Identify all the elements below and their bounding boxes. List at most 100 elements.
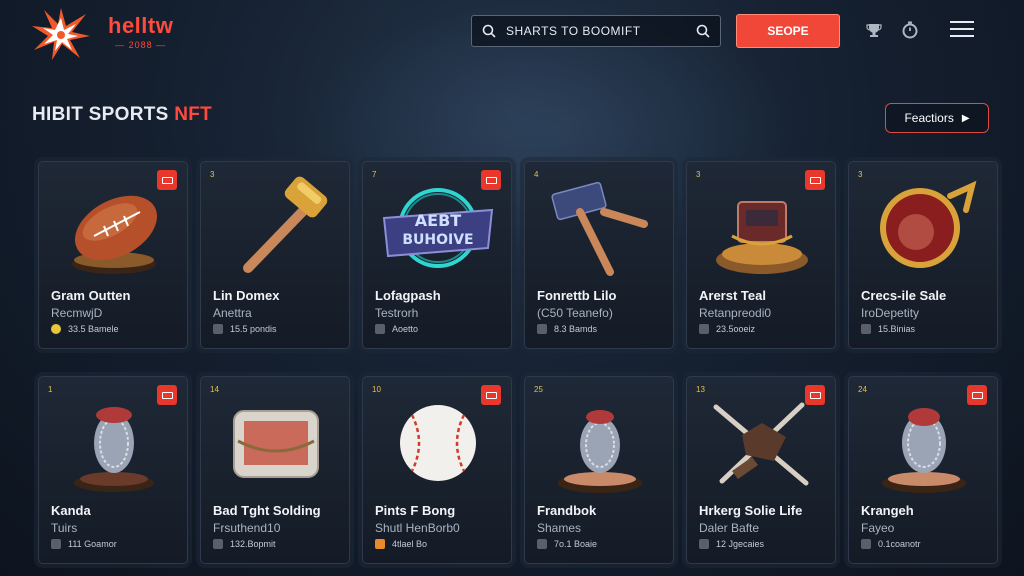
svg-text:AEBT: AEBT — [415, 211, 462, 230]
menu-line — [950, 35, 974, 37]
card-meta: 4tlael Bo — [375, 539, 427, 549]
card-subtitle: IroDepetity — [861, 306, 920, 320]
top-header: helltw — 2088 — SEOPE — [0, 0, 1024, 70]
gem-disc-icon — [880, 180, 977, 268]
search-icon[interactable] — [482, 24, 496, 38]
card-number: 1 — [48, 385, 53, 394]
card-title: Pints F Bong — [375, 503, 456, 518]
card-meta-value: 23.5ooeiz — [716, 324, 756, 334]
nft-card[interactable]: 4 Fonrettb Lilo (C50 Teanefo) 8.3 Bamds — [524, 161, 674, 349]
nft-card[interactable]: Gram Outten RecmwjD 33.5 Bamele — [38, 161, 188, 349]
card-meta-value: 132.Bopmit — [230, 539, 276, 549]
card-meta-value: 4tlael Bo — [392, 539, 428, 549]
section-title-accent: NFT — [174, 104, 213, 125]
card-title: Bad Tght Solding — [213, 503, 321, 518]
card-meta: 23.5ooeiz — [699, 324, 755, 334]
nft-card[interactable]: 25 Frandbok Shames 7o.1 Boaie — [524, 376, 674, 564]
stat-icon — [51, 539, 61, 549]
card-title: Gram Outten — [51, 288, 131, 303]
stat-icon — [375, 324, 385, 334]
stat-icon — [213, 539, 223, 549]
hammer-icon — [243, 176, 328, 273]
card-title: Lofagpash — [375, 288, 441, 303]
card-number: 3 — [210, 170, 215, 179]
football-icon — [72, 195, 158, 274]
card-meta-value: 111 Goamor — [68, 539, 117, 549]
card-meta: 15.Binias — [861, 324, 915, 334]
card-meta-value: 0.1coanotr — [878, 539, 921, 549]
nft-card[interactable]: 1 Kanda Tuirs 111 Goamor — [38, 376, 188, 564]
chain-trophy-icon — [74, 407, 154, 492]
card-subtitle: Shames — [537, 521, 582, 535]
card-subtitle: Retanpreodi0 — [699, 306, 772, 320]
neon-sign-icon: AEBT BUHOIVE — [382, 188, 494, 268]
nft-card[interactable]: 7 AEBT BUHOIVE Lofagpash Testrorh Aoetto — [362, 161, 512, 349]
stat-icon — [699, 539, 709, 549]
card-title: Hrkerg Solie Life — [699, 503, 803, 518]
brand[interactable]: helltw — 2088 — — [108, 13, 174, 51]
card-number: 7 — [372, 170, 377, 179]
brand-name: helltw — [108, 13, 174, 38]
card-meta: 0.1coanotr — [861, 539, 921, 549]
chain-trophy-icon — [882, 408, 966, 493]
card-subtitle: (C50 Teanefo) — [537, 306, 613, 320]
chest-icon — [233, 410, 319, 478]
search-input[interactable] — [506, 24, 696, 38]
menu-line — [950, 21, 974, 23]
card-title: Fonrettb Lilo — [537, 288, 617, 303]
trophy-box-icon — [716, 201, 808, 274]
featured-button-label: Feactiors — [904, 111, 954, 125]
card-meta: Aoetto — [375, 324, 418, 334]
nft-card[interactable]: 14 Bad Tght Solding Frsuthend10 132.Bopm… — [200, 376, 350, 564]
section-title: HIBIT SPORTS NFT — [32, 104, 212, 126]
card-meta: 111 Goamor — [51, 539, 117, 549]
card-subtitle: Anettra — [213, 306, 252, 320]
card-meta: 8.3 Bamds — [537, 324, 597, 334]
hamburger-menu-icon[interactable] — [950, 21, 974, 39]
stat-icon — [861, 539, 871, 549]
trophy-icon[interactable] — [864, 20, 884, 40]
card-subtitle: Shutl HenBorb0 — [375, 521, 460, 535]
nft-card[interactable]: 3 Lin Domex Anettra 15.5 pondis — [200, 161, 350, 349]
card-number: 3 — [858, 170, 863, 179]
timer-icon[interactable] — [900, 20, 920, 40]
card-subtitle: RecmwjD — [51, 306, 103, 320]
stat-icon — [213, 324, 223, 334]
card-meta-value: 12 Jgecaies — [716, 539, 765, 549]
stat-icon — [699, 324, 709, 334]
chain-trophy-icon — [558, 410, 642, 493]
search-bar[interactable] — [471, 15, 721, 47]
nft-card[interactable]: 3 Arerst Teal Retanpreodi0 23.5ooeiz — [686, 161, 836, 349]
nft-card[interactable]: 24 Krangeh Fayeo 0.1coanotr — [848, 376, 998, 564]
card-meta: 132.Bopmit — [213, 539, 276, 549]
card-meta-value: 33.5 Bamele — [68, 324, 119, 334]
nft-card[interactable]: 10 Pints F Bong Shutl HenBorb0 4tlael Bo — [362, 376, 512, 564]
featured-button[interactable]: Feactiors ▶ — [885, 103, 989, 133]
nft-card[interactable]: 3 Crecs-ile Sale IroDepetity 15.Binias — [848, 161, 998, 349]
play-arrow-icon: ▶ — [961, 112, 970, 124]
stat-icon — [537, 324, 547, 334]
header-cta-button[interactable]: SEOPE — [736, 14, 840, 48]
baseball-icon — [400, 405, 476, 481]
nft-card[interactable]: 13 Hrkerg Solie Life Daler Bafte 12 Jgec… — [686, 376, 836, 564]
card-title: Arerst Teal — [699, 288, 766, 303]
stat-icon — [375, 539, 385, 549]
card-meta: 33.5 Bamele — [51, 324, 119, 334]
card-subtitle: Tuirs — [51, 521, 78, 535]
card-title: Frandbok — [537, 503, 597, 518]
card-meta: 12 Jgecaies — [699, 539, 764, 549]
card-title: Crecs-ile Sale — [861, 288, 947, 303]
search-submit-icon[interactable] — [696, 24, 710, 38]
brand-logo-icon[interactable] — [30, 6, 92, 60]
card-title: Lin Domex — [213, 288, 280, 303]
card-title: Krangeh — [861, 503, 914, 518]
menu-line — [950, 28, 974, 30]
card-title: Kanda — [51, 503, 91, 518]
card-number: 4 — [534, 170, 539, 179]
brand-subtitle: — 2088 — — [115, 40, 167, 50]
card-subtitle: Fayeo — [861, 521, 895, 535]
card-meta-value: 7o.1 Boaie — [554, 539, 598, 549]
stat-icon — [537, 539, 547, 549]
card-meta-value: 15.5 pondis — [230, 324, 277, 334]
coin-icon — [51, 324, 61, 334]
